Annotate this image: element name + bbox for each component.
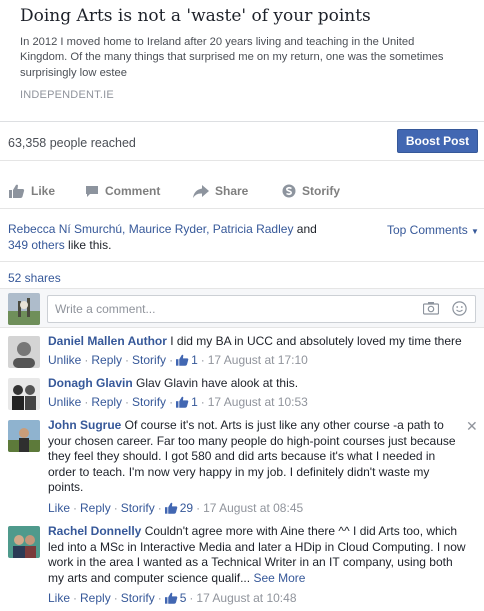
comment-label: Comment: [105, 184, 161, 198]
comment-meta: Like · Reply · Storify · 29 · 17 August at …: [48, 501, 304, 515]
storify-link[interactable]: Storify: [132, 395, 166, 409]
comment-like-count[interactable]: 1: [176, 395, 198, 409]
unlike-link[interactable]: Unlike: [48, 395, 81, 409]
like-link[interactable]: Like: [48, 501, 70, 515]
comment-item: Rachel Donnelly Couldn't agree more with…: [0, 524, 484, 608]
comment-meta: Unlike · Reply · Storify · 1 · 17 August at…: [48, 395, 308, 409]
comment-like-count[interactable]: 1: [176, 353, 198, 367]
storify-link[interactable]: Storify: [121, 591, 155, 605]
like-count: 5: [179, 591, 187, 605]
commenter-avatar[interactable]: [8, 336, 40, 368]
camera-icon[interactable]: [423, 301, 439, 315]
comment-field[interactable]: [47, 295, 476, 323]
share-label: Share: [215, 184, 249, 198]
comment-author[interactable]: John Sugrue: [48, 418, 121, 432]
reply-link[interactable]: Reply: [91, 353, 122, 367]
comment-author[interactable]: Rachel Donnelly: [48, 524, 141, 538]
storify-label: Storify: [302, 184, 341, 198]
shares-row: 52 shares: [0, 261, 484, 288]
storify-icon: [282, 184, 296, 198]
boost-post-button[interactable]: Boost Post: [397, 129, 478, 153]
comment-time[interactable]: 17 August at 10:48: [196, 591, 296, 605]
comment-mention[interactable]: Glav Glavin: [133, 376, 198, 390]
reply-link[interactable]: Reply: [91, 395, 122, 409]
comment-text: Daniel Mallen Author I did my BA in UCC …: [48, 334, 468, 350]
comment-like-count[interactable]: 29: [164, 501, 194, 515]
link-preview-card[interactable]: Doing Arts is not a 'waste' of your poin…: [0, 0, 484, 122]
storify-link[interactable]: Storify: [132, 353, 166, 367]
like-button[interactable]: Like: [9, 184, 55, 198]
comment-author[interactable]: Donagh Glavin: [48, 376, 133, 390]
reply-link[interactable]: Reply: [80, 501, 111, 515]
comment-message: I did my BA in UCC and absolutely loved …: [166, 334, 462, 348]
comment-text: Rachel Donnelly Couldn't agree more with…: [48, 524, 468, 586]
like-icon: [9, 184, 25, 198]
people-reached[interactable]: 63,358 people reached: [8, 136, 136, 150]
current-user-avatar[interactable]: [8, 293, 40, 325]
like-count: 29: [179, 501, 194, 515]
likers-others[interactable]: 349 others: [8, 238, 65, 252]
comment-input[interactable]: [48, 296, 408, 322]
comment-text: John Sugrue Of course it's not. Arts is …: [48, 418, 462, 496]
thumbs-up-icon: [164, 502, 178, 514]
thumbs-up-icon: [164, 592, 178, 604]
like-link[interactable]: Like: [48, 591, 70, 605]
close-icon[interactable]: ✕: [466, 418, 478, 435]
comment-time[interactable]: 17 August at 10:53: [208, 395, 308, 409]
emoji-icon[interactable]: [452, 301, 467, 316]
shares-count[interactable]: 52 shares: [8, 271, 61, 285]
thumbs-up-icon: [176, 396, 189, 408]
storify-button[interactable]: Storify: [282, 184, 340, 198]
comment-like-count[interactable]: 5: [164, 591, 187, 605]
likes-and: and: [293, 222, 317, 236]
comment-item: Donagh Glavin Glav Glavin have alook at …: [0, 376, 484, 414]
commenter-avatar[interactable]: [8, 526, 40, 558]
storify-link[interactable]: Storify: [121, 501, 155, 515]
top-comments-label: Top Comments: [387, 223, 468, 237]
likers-names[interactable]: Rebecca Ní Smurchú, Maurice Ryder, Patri…: [8, 222, 293, 236]
comment-item: Daniel Mallen Author I did my BA in UCC …: [0, 334, 484, 372]
comment-icon: [86, 185, 98, 197]
link-description: In 2012 I moved home to Ireland after 20…: [20, 36, 444, 79]
comment-message: have alook at this.: [198, 376, 299, 390]
comment-text: Donagh Glavin Glav Glavin have alook at …: [48, 376, 468, 392]
thumbs-up-icon: [176, 354, 189, 366]
like-label: Like: [31, 184, 56, 198]
comment-button[interactable]: Comment: [85, 184, 160, 198]
see-more-link[interactable]: See More: [253, 571, 305, 585]
likes-summary: Rebecca Ní Smurchú, Maurice Ryder, Patri…: [8, 222, 328, 253]
comment-author[interactable]: Daniel Mallen Author: [48, 334, 167, 348]
commenter-avatar[interactable]: [8, 420, 40, 452]
link-title[interactable]: Doing Arts is not a 'waste' of your poin…: [20, 6, 371, 26]
comment-composer: [0, 288, 484, 328]
like-count: 1: [191, 395, 198, 409]
action-bar: Like Comment Share Storify: [0, 175, 484, 209]
link-source: INDEPENDENT.IE: [20, 89, 114, 101]
comment-time[interactable]: 17 August at 17:10: [208, 353, 308, 367]
reply-link[interactable]: Reply: [80, 591, 111, 605]
unlike-link[interactable]: Unlike: [48, 353, 81, 367]
top-comments-dropdown[interactable]: Top Comments ▼: [387, 223, 479, 237]
comment-meta: Like · Reply · Storify · 5 · 17 August at 1…: [48, 591, 297, 605]
share-button[interactable]: Share: [193, 184, 248, 198]
comment-item: John Sugrue Of course it's not. Arts is …: [0, 418, 484, 518]
dropdown-caret-icon: ▼: [471, 227, 479, 236]
share-icon: [193, 184, 209, 198]
commenter-avatar[interactable]: [8, 378, 40, 410]
comment-meta: Unlike · Reply · Storify · 1 · 17 August at…: [48, 353, 308, 367]
like-count: 1: [191, 353, 198, 367]
likes-suffix: like this.: [64, 237, 112, 252]
comment-time[interactable]: 17 August at 08:45: [203, 501, 303, 515]
